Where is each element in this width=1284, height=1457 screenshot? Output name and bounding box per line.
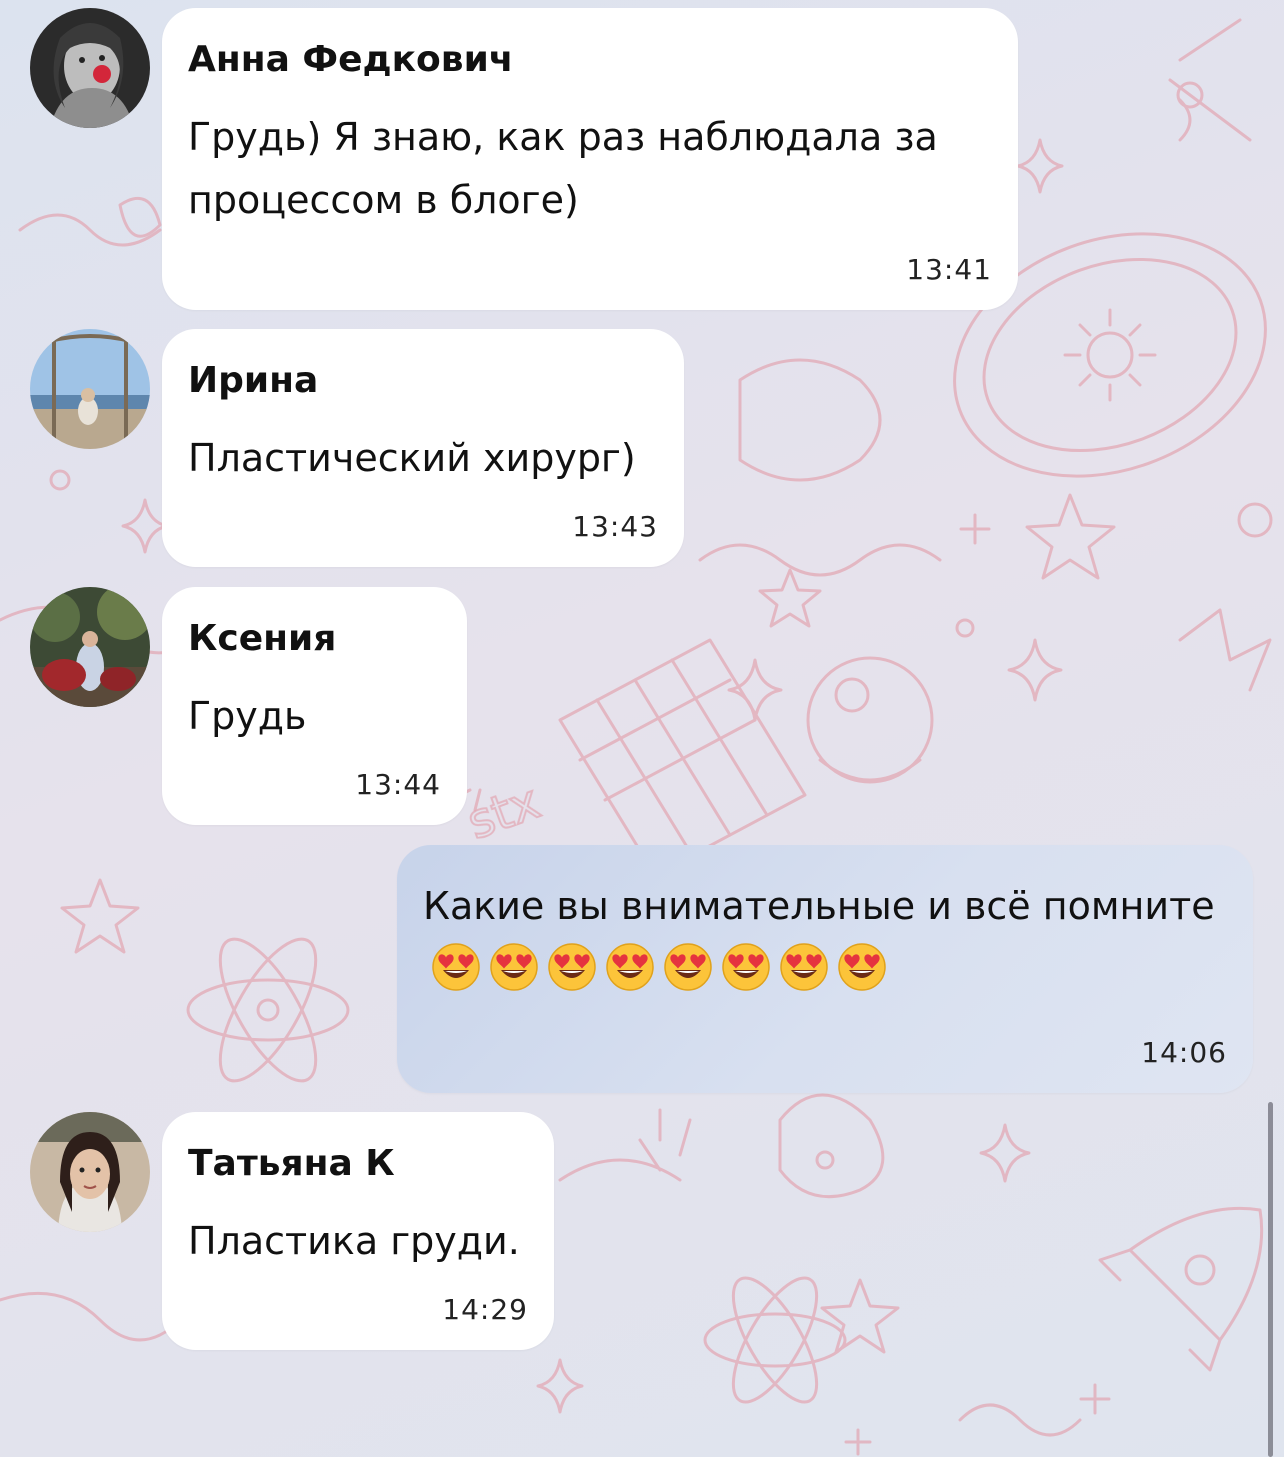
heart-eyes-emoji bbox=[664, 943, 712, 991]
message-text: Грудь) Я знаю, как раз наблюдала за проц… bbox=[188, 115, 938, 222]
heart-eyes-emoji bbox=[780, 943, 828, 991]
message-text-content: Какие вы внимательные и всё помните bbox=[423, 884, 1215, 928]
message-time: 13:44 bbox=[355, 768, 441, 801]
message-bubble[interactable]: Анна Федкович Грудь) Я знаю, как раз наб… bbox=[162, 8, 1018, 310]
svg-text:stx: stx bbox=[460, 774, 547, 851]
message-text: Пластический хирург) bbox=[188, 436, 636, 480]
sender-name[interactable]: Ксения bbox=[188, 615, 441, 663]
heart-eyes-emoji bbox=[722, 943, 770, 991]
emoji-row bbox=[423, 943, 887, 991]
outgoing-message-bubble[interactable]: Какие вы внимательные и всё помните 14:0… bbox=[397, 845, 1253, 1093]
avatar-ksenia[interactable] bbox=[30, 587, 150, 707]
avatar-anna[interactable] bbox=[30, 8, 150, 128]
heart-eyes-emoji bbox=[838, 943, 886, 991]
heart-eyes-emoji bbox=[548, 943, 596, 991]
avatar-irina[interactable] bbox=[30, 329, 150, 449]
message-text: Какие вы внимательные и всё помните bbox=[423, 875, 1227, 1001]
message-time: 13:43 bbox=[572, 510, 658, 543]
message-time: 14:06 bbox=[1141, 1036, 1227, 1069]
heart-eyes-emoji bbox=[606, 943, 654, 991]
message-bubble[interactable]: Ирина Пластический хирург) 13:43 bbox=[162, 329, 684, 567]
message-text: Грудь bbox=[188, 694, 307, 738]
message-time: 13:41 bbox=[906, 253, 992, 286]
avatar-tatiana[interactable] bbox=[30, 1112, 150, 1232]
sender-name[interactable]: Анна Федкович bbox=[188, 36, 992, 84]
sender-name[interactable]: Ирина bbox=[188, 357, 658, 405]
heart-eyes-emoji bbox=[432, 943, 480, 991]
heart-eyes-emoji bbox=[490, 943, 538, 991]
sender-name[interactable]: Татьяна К bbox=[188, 1140, 528, 1188]
message-text: Пластика груди. bbox=[188, 1219, 520, 1263]
message-bubble[interactable]: Ксения Грудь 13:44 bbox=[162, 587, 467, 825]
message-time: 14:29 bbox=[442, 1293, 528, 1326]
message-bubble[interactable]: Татьяна К Пластика груди. 14:29 bbox=[162, 1112, 554, 1350]
scrollbar[interactable] bbox=[1268, 1102, 1273, 1457]
